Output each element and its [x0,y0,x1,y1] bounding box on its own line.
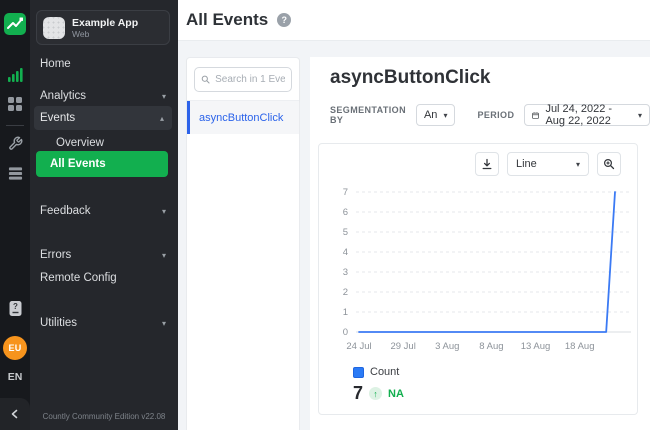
svg-text:1: 1 [343,307,348,318]
help-doc-icon[interactable]: ? [0,300,30,317]
trend-up-icon: ↑ [369,387,382,400]
sidebar-menu: Example App Web Home Analytics ▾ Events … [30,0,178,430]
event-list-panel: asyncButtonClick [186,57,300,430]
event-detail-panel: asyncButtonClick SEGMENTATION BY An ▾ PE… [310,57,650,430]
sidebar-item-all-events[interactable]: All Events [36,151,168,177]
event-search-section [187,58,299,101]
event-search-input[interactable] [215,74,285,85]
version-footer: Countly Community Edition v22.08 [30,412,178,421]
period-picker[interactable]: Jul 24, 2022 - Aug 22, 2022 ▾ [524,104,650,126]
chevron-down-icon: ▾ [162,207,166,216]
rail-divider [6,125,24,126]
avatar-initials: EU [3,336,27,360]
svg-text:4: 4 [343,247,348,258]
search-icon [201,74,210,85]
chart-legend[interactable]: Count [353,366,399,378]
event-detail-title: asyncButtonClick [330,67,490,89]
svg-text:8 Aug: 8 Aug [479,341,503,352]
app-icon [43,17,65,39]
chart-type-select[interactable]: Line ▾ [507,152,589,176]
sidebar-item-overview[interactable]: Overview [56,135,168,151]
sidebar-collapse-button[interactable] [0,398,30,430]
download-icon [481,158,493,170]
chevron-left-icon [10,409,20,419]
svg-text:6: 6 [343,207,348,218]
svg-text:5: 5 [343,227,348,238]
magnifier-zoom-icon [603,158,615,170]
segmentation-label: SEGMENTATION BY [330,105,406,125]
svg-text:13 Aug: 13 Aug [521,341,551,352]
chevron-up-icon: ▴ [160,114,164,123]
svg-text:?: ? [13,302,18,311]
chevron-down-icon: ▾ [162,251,166,260]
language-selector[interactable]: EN [0,371,30,383]
count-change-value: NA [388,388,404,400]
app-platform: Web [72,29,138,39]
sidebar-item-utilities[interactable]: Utilities ▾ [40,314,168,332]
svg-text:2: 2 [343,287,348,298]
svg-text:24 Jul: 24 Jul [346,341,371,352]
chevron-down-icon: ▾ [443,111,447,120]
sidebar-item-errors[interactable]: Errors ▾ [40,246,168,264]
analytics-bars-icon[interactable] [0,67,30,83]
help-icon[interactable]: ? [277,13,291,27]
sidebar-item-home[interactable]: Home [40,55,168,73]
legend-swatch-count [353,367,364,378]
app-selector[interactable]: Example App Web [36,10,170,45]
chevron-down-icon: ▾ [162,319,166,328]
detail-controls-row: SEGMENTATION BY An ▾ PERIOD Jul 24, 2022… [330,104,650,126]
period-label: PERIOD [477,110,514,120]
page-header: All Events ? [178,0,650,41]
countly-logo-icon[interactable] [0,13,30,35]
download-chart-button[interactable] [475,152,499,176]
chevron-down-icon: ▾ [638,111,642,120]
total-count-value: 7 [353,383,363,404]
main-content: All Events ? asyncButtonClick asyncButto… [178,0,650,430]
calendar-icon [532,110,539,121]
svg-text:18 Aug: 18 Aug [565,341,595,352]
legend-label-count: Count [370,366,399,378]
app-name: Example App [72,17,138,29]
sidebar-item-events[interactable]: Events ▴ [34,106,172,130]
management-wrench-icon[interactable] [0,136,30,151]
chevron-down-icon: ▾ [162,92,166,101]
event-list-item-selected[interactable]: asyncButtonClick [187,101,299,134]
svg-text:7: 7 [343,187,348,198]
chevron-down-icon: ▾ [576,160,580,169]
svg-text:0: 0 [343,327,348,338]
zoom-chart-button[interactable] [597,152,621,176]
user-avatar[interactable]: EU [0,336,30,360]
sidebar-item-remote-config[interactable]: Remote Config [40,269,168,287]
chart-card: Line ▾ 0 1 2 3 4 5 6 7 24 Jul 29 Jul 3 Aug 8 Aug 13 … [318,143,638,415]
icon-rail: ? EU EN [0,0,30,430]
event-search-box[interactable] [194,67,292,92]
svg-text:29 Jul: 29 Jul [390,341,415,352]
svg-text:3 Aug: 3 Aug [435,341,459,352]
svg-text:3: 3 [343,267,348,278]
chart-controls: Line ▾ [475,152,621,176]
page-title: All Events [186,10,268,30]
segmentation-dropdown[interactable]: An ▾ [416,104,455,126]
countly-dashboard: ? EU EN Example App Web Home Analytics [0,0,650,430]
data-manager-icon[interactable] [0,166,30,181]
apps-grid-icon[interactable] [0,96,30,112]
line-chart[interactable]: 0 1 2 3 4 5 6 7 24 Jul 29 Jul 3 Aug 8 Aug 13 Aug 18 A… [327,180,633,360]
chart-summary: 7 ↑ NA [353,383,404,404]
sidebar-item-feedback[interactable]: Feedback ▾ [40,202,168,220]
sidebar-item-analytics[interactable]: Analytics ▾ [40,87,168,105]
